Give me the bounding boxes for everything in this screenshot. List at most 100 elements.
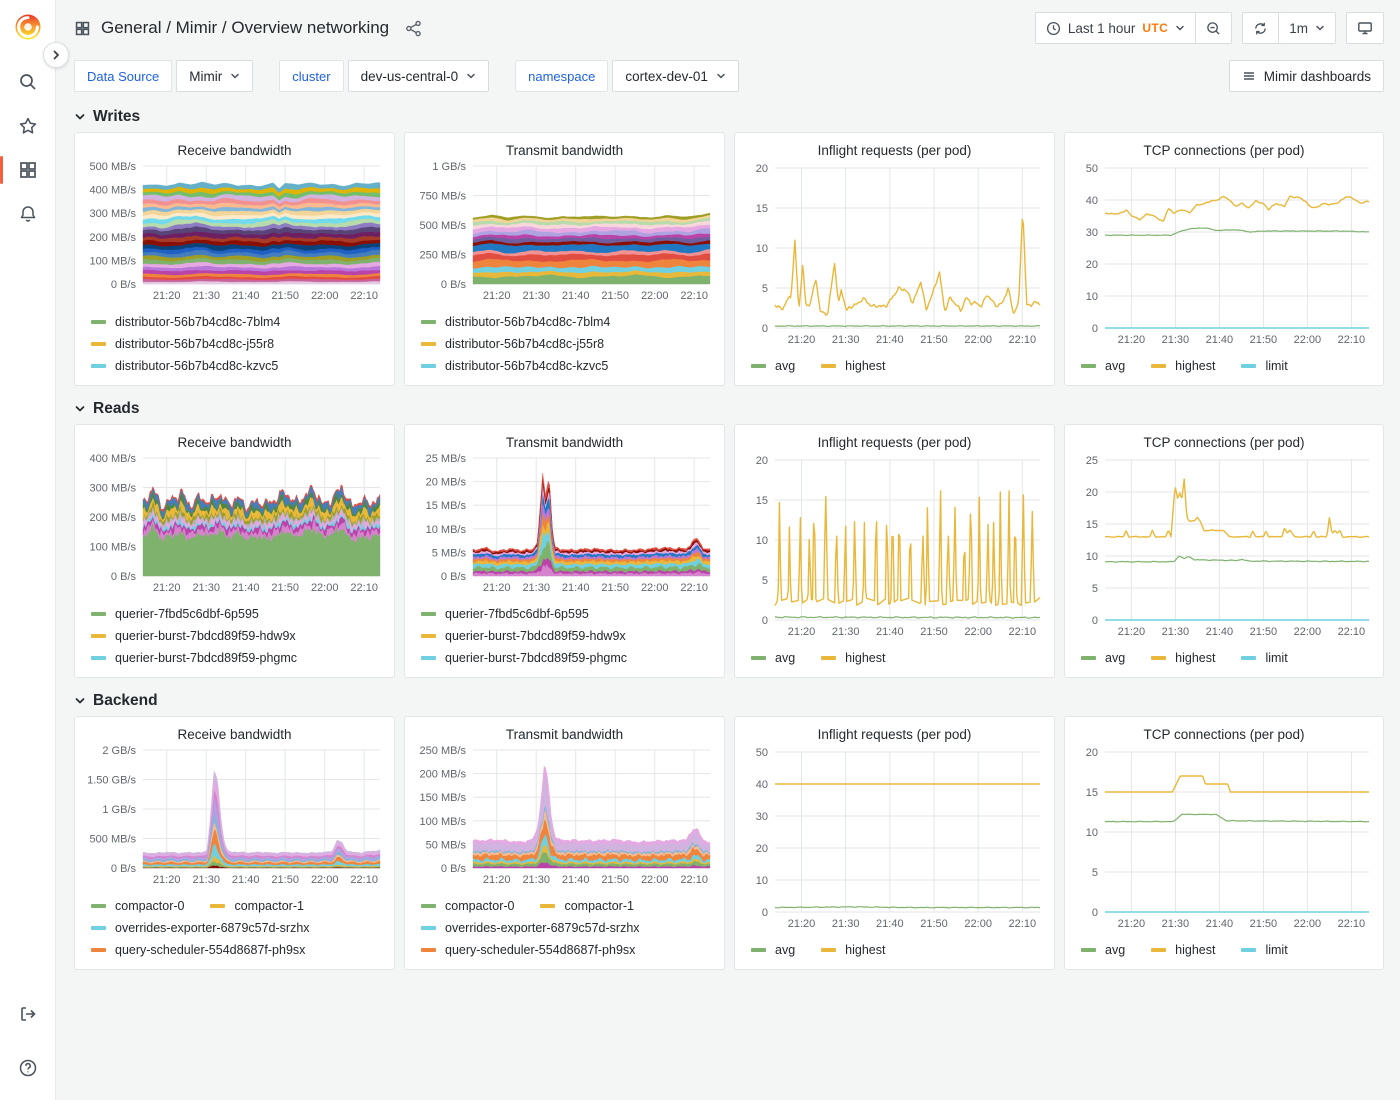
refresh-interval-picker[interactable]: 1m: [1278, 13, 1335, 43]
panel-title[interactable]: Transmit bandwidth: [415, 141, 714, 158]
namespace-picker[interactable]: cortex-dev-01: [612, 60, 739, 92]
panel-reads-inflight-requests-per-pod-: Inflight requests (per pod)2015105021:20…: [734, 424, 1055, 678]
datasource-picker[interactable]: Mimir: [176, 60, 253, 92]
legend-item[interactable]: avg: [751, 939, 795, 961]
legend-item[interactable]: limit: [1241, 939, 1287, 961]
legend-item[interactable]: distributor-56b7b4cd8c-7blm4: [91, 311, 280, 333]
y-axis-tick: 0: [1092, 615, 1098, 627]
time-range-picker[interactable]: Last 1 hour UTC: [1036, 13, 1195, 43]
legend-label: distributor-56b7b4cd8c-j55r8: [115, 337, 274, 351]
time-controls: Last 1 hour UTC: [1035, 12, 1232, 44]
x-axis-tick: 22:10: [680, 582, 708, 594]
panel-title[interactable]: Inflight requests (per pod): [745, 141, 1044, 160]
legend-item[interactable]: distributor-56b7b4cd8c-j55r8: [91, 333, 274, 355]
legend-item[interactable]: query-scheduler-554d8687f-ph9sx: [421, 939, 635, 961]
panel-title[interactable]: TCP connections (per pod): [1075, 141, 1373, 160]
x-axis-tick: 22:00: [1294, 626, 1322, 638]
legend-item[interactable]: querier-7fbd5c6dbf-6p595: [421, 603, 589, 625]
legend-item[interactable]: querier-burst-7bdcd89f59-hdw9x: [421, 625, 626, 647]
legend-item[interactable]: highest: [1151, 355, 1215, 377]
legend-item[interactable]: overrides-exporter-6879c57d-srzhx: [421, 917, 640, 939]
legend-item[interactable]: avg: [1081, 647, 1125, 669]
line-series-avg: [775, 617, 1040, 619]
grafana-logo[interactable]: [13, 12, 43, 42]
legend-item[interactable]: limit: [1241, 355, 1287, 377]
x-axis-tick: 22:00: [1294, 334, 1322, 346]
namespace-label[interactable]: namespace: [515, 60, 608, 92]
legend-item[interactable]: distributor-56b7b4cd8c-kzvc5: [421, 355, 608, 377]
legend-item[interactable]: distributor-56b7b4cd8c-kzvc5: [91, 355, 278, 377]
cluster-label[interactable]: cluster: [279, 60, 343, 92]
legend-item[interactable]: avg: [751, 355, 795, 377]
panel-title[interactable]: TCP connections (per pod): [1075, 433, 1373, 452]
legend-item[interactable]: compactor-1: [540, 895, 633, 917]
panel-writes-receive-bandwidth: Receive bandwidth500 MB/s400 MB/s300 MB/…: [74, 132, 395, 386]
legend-item[interactable]: compactor-0: [421, 895, 514, 917]
sidebar-item-search[interactable]: [0, 60, 56, 104]
panel-title[interactable]: Inflight requests (per pod): [745, 725, 1044, 744]
x-axis-tick: 22:10: [350, 874, 378, 886]
sidebar-expand-button[interactable]: [43, 42, 69, 68]
legend-item[interactable]: highest: [821, 939, 885, 961]
legend-item[interactable]: avg: [751, 647, 795, 669]
legend-item[interactable]: querier-7fbd5c6dbf-6p595: [91, 603, 259, 625]
sidebar-item-favorites[interactable]: [0, 104, 56, 148]
legend-item[interactable]: highest: [821, 355, 885, 377]
datasource-label[interactable]: Data Source: [74, 60, 172, 92]
legend-item[interactable]: querier-burst-7bdcd89f59-hdw9x: [91, 625, 296, 647]
x-axis-tick: 21:50: [1250, 918, 1278, 930]
legend-label: querier-burst-7bdcd89f59-hdw9x: [115, 629, 296, 643]
legend-label: highest: [1175, 359, 1215, 373]
section-title: Writes: [93, 108, 140, 126]
panel-title[interactable]: Receive bandwidth: [85, 433, 384, 450]
legend-item[interactable]: querier-burst-7bdcd89f59-phgmc: [421, 647, 627, 669]
y-axis-tick: 20: [756, 455, 768, 467]
x-axis-tick: 21:30: [522, 290, 550, 302]
panel-title[interactable]: Transmit bandwidth: [415, 433, 714, 450]
panel-title[interactable]: Transmit bandwidth: [415, 725, 714, 742]
panel-title[interactable]: Receive bandwidth: [85, 141, 384, 158]
cluster-picker[interactable]: dev-us-central-0: [348, 60, 490, 92]
breadcrumb[interactable]: General / Mimir / Overview networking: [74, 18, 422, 38]
y-axis-tick: 0 B/s: [111, 571, 137, 583]
chart-svg: 5040302010021:2021:3021:4021:5022:0022:1…: [745, 744, 1044, 932]
sidebar-item-dashboards[interactable]: [0, 148, 56, 192]
kiosk-mode-button[interactable]: [1347, 13, 1383, 43]
panel-title[interactable]: Receive bandwidth: [85, 725, 384, 742]
legend-item[interactable]: querier-burst-7bdcd89f59-phgmc: [91, 647, 297, 669]
legend-item[interactable]: avg: [1081, 939, 1125, 961]
share-icon[interactable]: [405, 20, 422, 37]
legend-item[interactable]: query-scheduler-554d8687f-ph9sx: [91, 939, 305, 961]
y-axis-tick: 10: [1086, 551, 1098, 563]
legend-swatch: [91, 612, 106, 616]
sidebar-item-sign-in[interactable]: [0, 992, 56, 1036]
zoom-out-button[interactable]: [1195, 13, 1231, 43]
sidebar-item-alerting[interactable]: [0, 192, 56, 236]
panel-row-backend: Receive bandwidth2 GB/s1.50 GB/s1 GB/s50…: [74, 716, 1384, 970]
mimir-dashboards-button[interactable]: Mimir dashboards: [1229, 60, 1384, 92]
section-header-writes[interactable]: Writes: [74, 102, 1384, 132]
refresh-button[interactable]: [1243, 13, 1278, 43]
chart-svg: 5040302010021:2021:3021:4021:5022:0022:1…: [1075, 160, 1373, 348]
section-header-reads[interactable]: Reads: [74, 394, 1384, 424]
x-axis-tick: 22:10: [350, 290, 378, 302]
legend-item[interactable]: compactor-0: [91, 895, 184, 917]
y-axis-tick: 250 MB/s: [420, 745, 467, 757]
y-axis-tick: 400 MB/s: [90, 185, 137, 197]
legend-item[interactable]: highest: [821, 647, 885, 669]
sidebar-item-help[interactable]: [0, 1046, 56, 1090]
y-axis-tick: 5: [1092, 867, 1098, 879]
legend-item[interactable]: distributor-56b7b4cd8c-j55r8: [421, 333, 604, 355]
panel-title[interactable]: Inflight requests (per pod): [745, 433, 1044, 452]
legend-item[interactable]: avg: [1081, 355, 1125, 377]
y-axis-tick: 500 MB/s: [90, 834, 137, 846]
legend-item[interactable]: distributor-56b7b4cd8c-7blm4: [421, 311, 610, 333]
legend-item[interactable]: highest: [1151, 647, 1215, 669]
legend-item[interactable]: overrides-exporter-6879c57d-srzhx: [91, 917, 310, 939]
legend-item[interactable]: compactor-1: [210, 895, 303, 917]
panel-title[interactable]: TCP connections (per pod): [1075, 725, 1373, 744]
legend-item[interactable]: limit: [1241, 647, 1287, 669]
legend-item[interactable]: highest: [1151, 939, 1215, 961]
time-range-label: Last 1 hour: [1068, 21, 1136, 36]
section-header-backend[interactable]: Backend: [74, 686, 1384, 716]
